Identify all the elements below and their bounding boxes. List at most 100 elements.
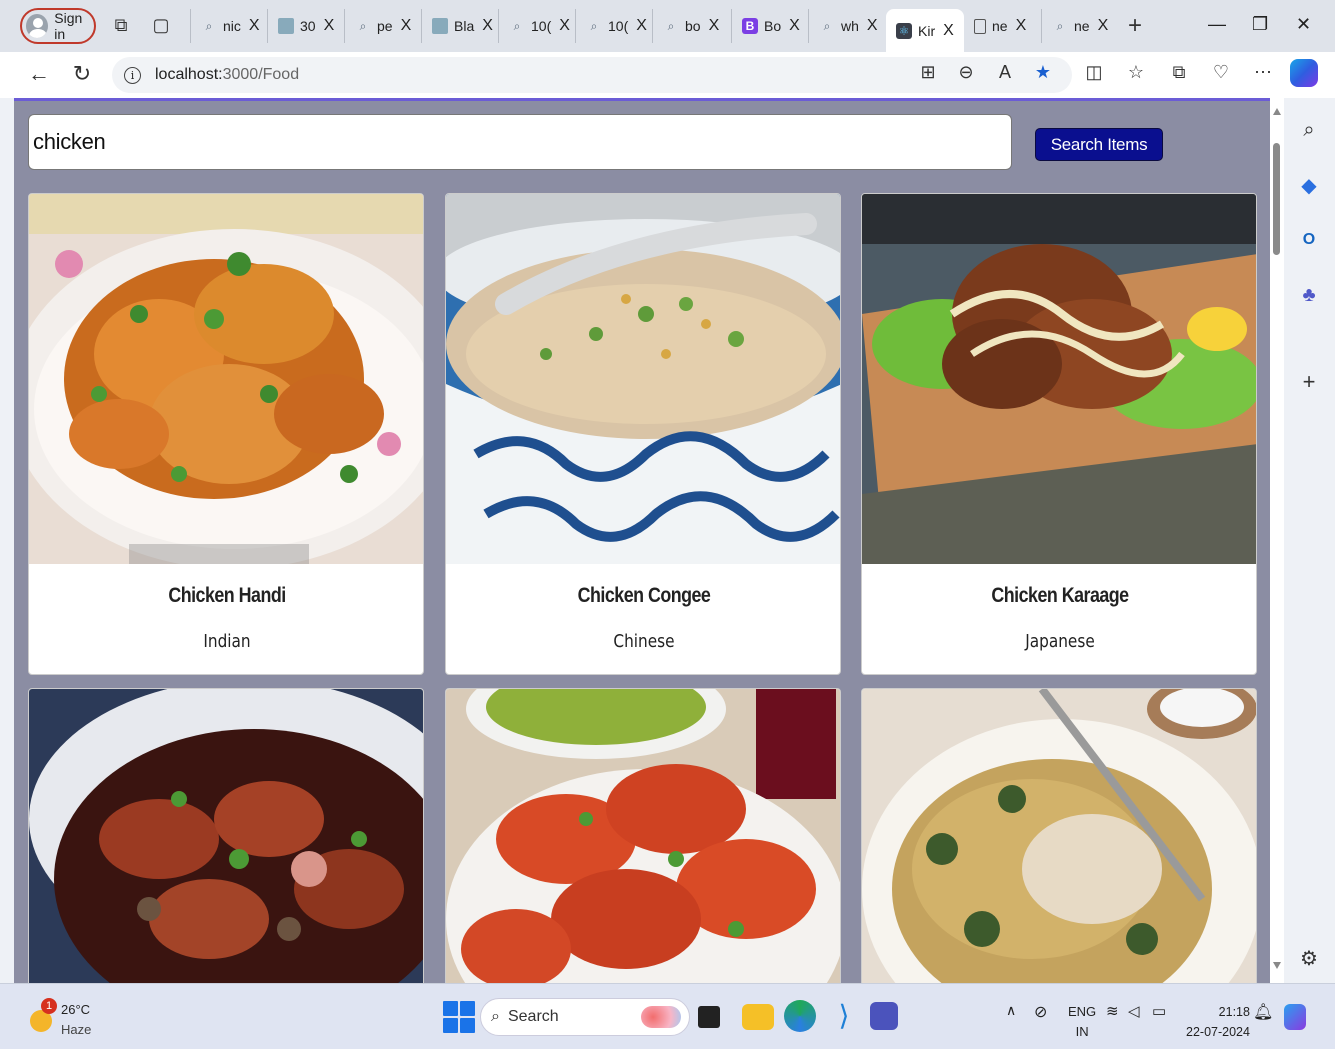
site-info-icon[interactable]: i: [124, 66, 141, 84]
food-card[interactable]: [28, 688, 424, 983]
tab-label: Bla: [454, 18, 475, 34]
task-view-icon[interactable]: [698, 1006, 720, 1028]
close-tab-icon[interactable]: X: [324, 17, 335, 35]
vscode-icon[interactable]: ⟩: [828, 1000, 860, 1032]
profile-label: Sign in: [54, 10, 83, 42]
settings-gear-icon[interactable]: ⚙: [1295, 944, 1323, 972]
clock-date: 22-07-2024: [1186, 1025, 1250, 1039]
document-icon: [974, 18, 986, 34]
teams-icon[interactable]: ♣: [1295, 281, 1323, 309]
tab-active[interactable]: ⚛ Kir X: [886, 9, 964, 52]
food-card[interactable]: [861, 688, 1257, 983]
windows-start-icon[interactable]: [442, 1000, 475, 1033]
new-tab-button[interactable]: +: [1128, 12, 1142, 40]
copilot-icon[interactable]: [1290, 59, 1318, 87]
tab[interactable]: ⌕ nic X: [190, 9, 267, 43]
search-icon: ⌕: [590, 18, 598, 33]
search-icon: ⌕: [1056, 18, 1064, 33]
language-indicator[interactable]: ENG IN: [1068, 1002, 1096, 1042]
tab[interactable]: B Bo X: [731, 9, 808, 43]
volume-icon[interactable]: ◁: [1128, 1002, 1140, 1020]
url-host: localhost:: [155, 66, 223, 83]
navigation-bar: ← ↻ i localhost: 3000/Food ⊞ ⊖ A ★ ◫ ☆ ⧉ …: [0, 52, 1335, 98]
outlook-icon[interactable]: O: [1295, 226, 1323, 254]
notification-badge: 1: [41, 998, 57, 1014]
copilot-sidebar-icon[interactable]: ◆: [1295, 171, 1323, 199]
teams-taskbar-icon[interactable]: [870, 1002, 898, 1030]
tab[interactable]: ⌕ ne X: [1041, 9, 1119, 43]
food-image: [446, 689, 840, 983]
taskbar-search[interactable]: ⌕ Search: [480, 998, 690, 1036]
close-tab-icon[interactable]: X: [636, 17, 647, 35]
food-cuisine: Japanese: [1025, 631, 1095, 652]
tab[interactable]: 30 X: [267, 9, 344, 43]
tab[interactable]: ⌕ wh X: [808, 9, 885, 43]
clock-time: 21:18: [1218, 1005, 1250, 1019]
close-tab-icon[interactable]: X: [1016, 17, 1027, 35]
file-explorer-icon[interactable]: [742, 1004, 774, 1030]
wifi-icon[interactable]: ≋: [1106, 1002, 1119, 1020]
scroll-down-icon[interactable]: [1273, 962, 1281, 969]
refresh-icon[interactable]: ↻: [69, 62, 95, 86]
back-icon[interactable]: ←: [26, 62, 52, 86]
image-icon: [278, 18, 294, 34]
close-window-icon[interactable]: ✕: [1296, 14, 1311, 35]
system-clock[interactable]: 21:18 22-07-2024: [1186, 1002, 1250, 1042]
location-off-icon[interactable]: ⊘: [1034, 1002, 1047, 1022]
more-options-icon[interactable]: ⋯: [1251, 62, 1275, 83]
temperature: 26°C: [61, 1002, 91, 1017]
search-input[interactable]: [28, 114, 1012, 170]
weather-widget[interactable]: 1 26°C Haze: [30, 998, 91, 1038]
tab[interactable]: ⌕ 10(X: [575, 9, 652, 43]
edge-icon[interactable]: [784, 1000, 816, 1032]
tab[interactable]: Bla X: [421, 9, 498, 43]
close-tab-icon[interactable]: X: [1098, 17, 1109, 35]
workspaces-icon[interactable]: ⧉: [110, 14, 132, 36]
close-tab-icon[interactable]: X: [789, 17, 800, 35]
add-sidebar-icon[interactable]: +: [1295, 368, 1323, 396]
tab[interactable]: ne X: [964, 9, 1041, 43]
favorites-icon[interactable]: ☆: [1124, 62, 1148, 83]
food-card[interactable]: Chicken Congee Chinese: [445, 193, 841, 675]
close-tab-icon[interactable]: X: [249, 17, 260, 35]
food-card[interactable]: Chicken Karaage Japanese: [861, 193, 1257, 675]
browser-essentials-icon[interactable]: ♡: [1209, 62, 1233, 83]
close-tab-icon[interactable]: X: [559, 17, 570, 35]
tab[interactable]: ⌕ bo X: [652, 9, 731, 43]
react-icon: ⚛: [896, 22, 912, 39]
minimize-icon[interactable]: —: [1208, 14, 1226, 35]
page-scrollbar[interactable]: [1270, 98, 1284, 983]
search-icon: ⌕: [513, 18, 521, 33]
close-tab-icon[interactable]: X: [401, 17, 412, 35]
food-card[interactable]: Chicken Handi Indian: [28, 193, 424, 675]
profile-button[interactable]: Sign in: [20, 8, 96, 44]
battery-icon[interactable]: ▭: [1152, 1002, 1166, 1020]
collections-icon[interactable]: ⧉: [1167, 62, 1191, 83]
restore-icon[interactable]: ❐: [1252, 14, 1268, 35]
app-available-icon[interactable]: ⊞: [916, 62, 940, 83]
search-items-button[interactable]: Search Items: [1035, 128, 1163, 161]
search-icon: ⌕: [823, 18, 831, 33]
tab[interactable]: ⌕ 10(X: [498, 9, 575, 43]
scroll-thumb[interactable]: [1273, 143, 1280, 255]
close-tab-icon[interactable]: X: [867, 17, 878, 35]
close-tab-icon[interactable]: X: [709, 17, 720, 35]
read-aloud-icon[interactable]: A: [993, 62, 1017, 83]
scroll-up-icon[interactable]: [1273, 108, 1281, 115]
bootstrap-icon: B: [742, 18, 758, 34]
food-card[interactable]: [445, 688, 841, 983]
copilot-preview-icon[interactable]: [1284, 1004, 1306, 1030]
close-tab-icon[interactable]: X: [482, 17, 493, 35]
search-icon: ⌕: [359, 18, 367, 33]
favorite-star-icon[interactable]: ★: [1031, 62, 1055, 83]
tab-label: Kir: [918, 22, 936, 39]
tab-actions-icon[interactable]: ▢: [150, 14, 172, 36]
search-icon[interactable]: ⌕: [1295, 116, 1323, 144]
zoom-icon[interactable]: ⊖: [954, 62, 978, 83]
show-hidden-icons[interactable]: ∧: [1006, 1002, 1016, 1019]
tab[interactable]: ⌕ pe X: [344, 9, 421, 43]
tab-label: Bo: [764, 18, 782, 34]
close-tab-icon[interactable]: X: [943, 22, 954, 40]
notification-bell-icon[interactable]: 🔔︎: [1253, 1002, 1273, 1022]
split-screen-icon[interactable]: ◫: [1082, 62, 1106, 83]
